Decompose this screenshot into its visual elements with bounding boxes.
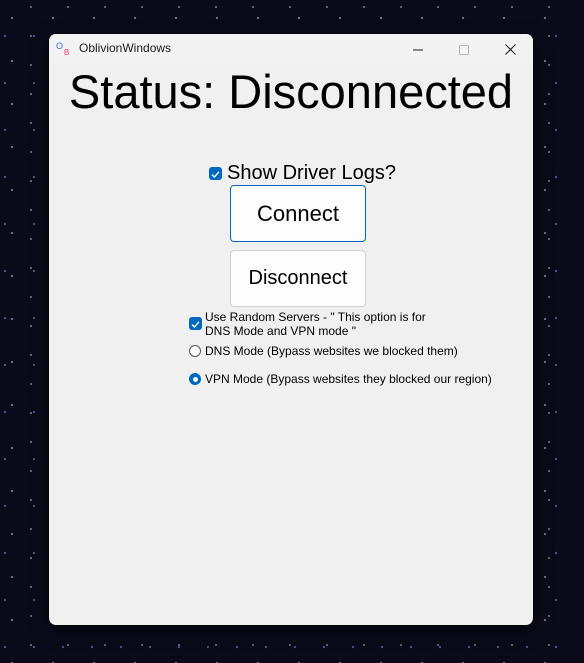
show-driver-logs-label[interactable]: Show Driver Logs?	[227, 162, 396, 185]
svg-text:O: O	[56, 41, 63, 51]
title-bar[interactable]: O B OblivionWindows	[49, 34, 533, 64]
vpn-mode-radio[interactable]	[189, 373, 201, 385]
random-servers-label-line1: Use Random Servers - " This option is fo…	[205, 310, 426, 324]
minimize-icon	[413, 40, 423, 59]
radio-selected-dot	[192, 376, 198, 382]
app-window: O B OblivionWindows Status: Disconnected…	[49, 34, 533, 625]
checkmark-icon	[211, 164, 220, 183]
random-servers-label[interactable]: Use Random Servers - " This option is fo…	[205, 310, 435, 338]
vpn-mode-label[interactable]: VPN Mode (Bypass websites they blocked o…	[205, 372, 492, 386]
random-servers-checkbox[interactable]	[189, 317, 202, 330]
app-logo-icon: O B	[56, 40, 72, 57]
maximize-icon	[459, 40, 469, 59]
minimize-button[interactable]	[395, 34, 441, 64]
checkmark-icon	[191, 314, 200, 333]
show-driver-logs-checkbox[interactable]	[209, 167, 222, 180]
window-title: OblivionWindows	[79, 41, 172, 55]
connect-button[interactable]: Connect	[230, 185, 366, 242]
svg-text:B: B	[64, 48, 69, 56]
maximize-button[interactable]	[441, 34, 487, 64]
close-button[interactable]	[487, 34, 533, 64]
random-servers-label-line2: DNS Mode and VPN mode "	[205, 324, 356, 338]
connection-status: Status: Disconnected	[68, 65, 514, 118]
disconnect-button[interactable]: Disconnect	[230, 250, 366, 307]
dns-mode-label[interactable]: DNS Mode (Bypass websites we blocked the…	[205, 344, 458, 358]
close-icon	[504, 40, 516, 59]
dns-mode-radio[interactable]	[189, 345, 201, 357]
